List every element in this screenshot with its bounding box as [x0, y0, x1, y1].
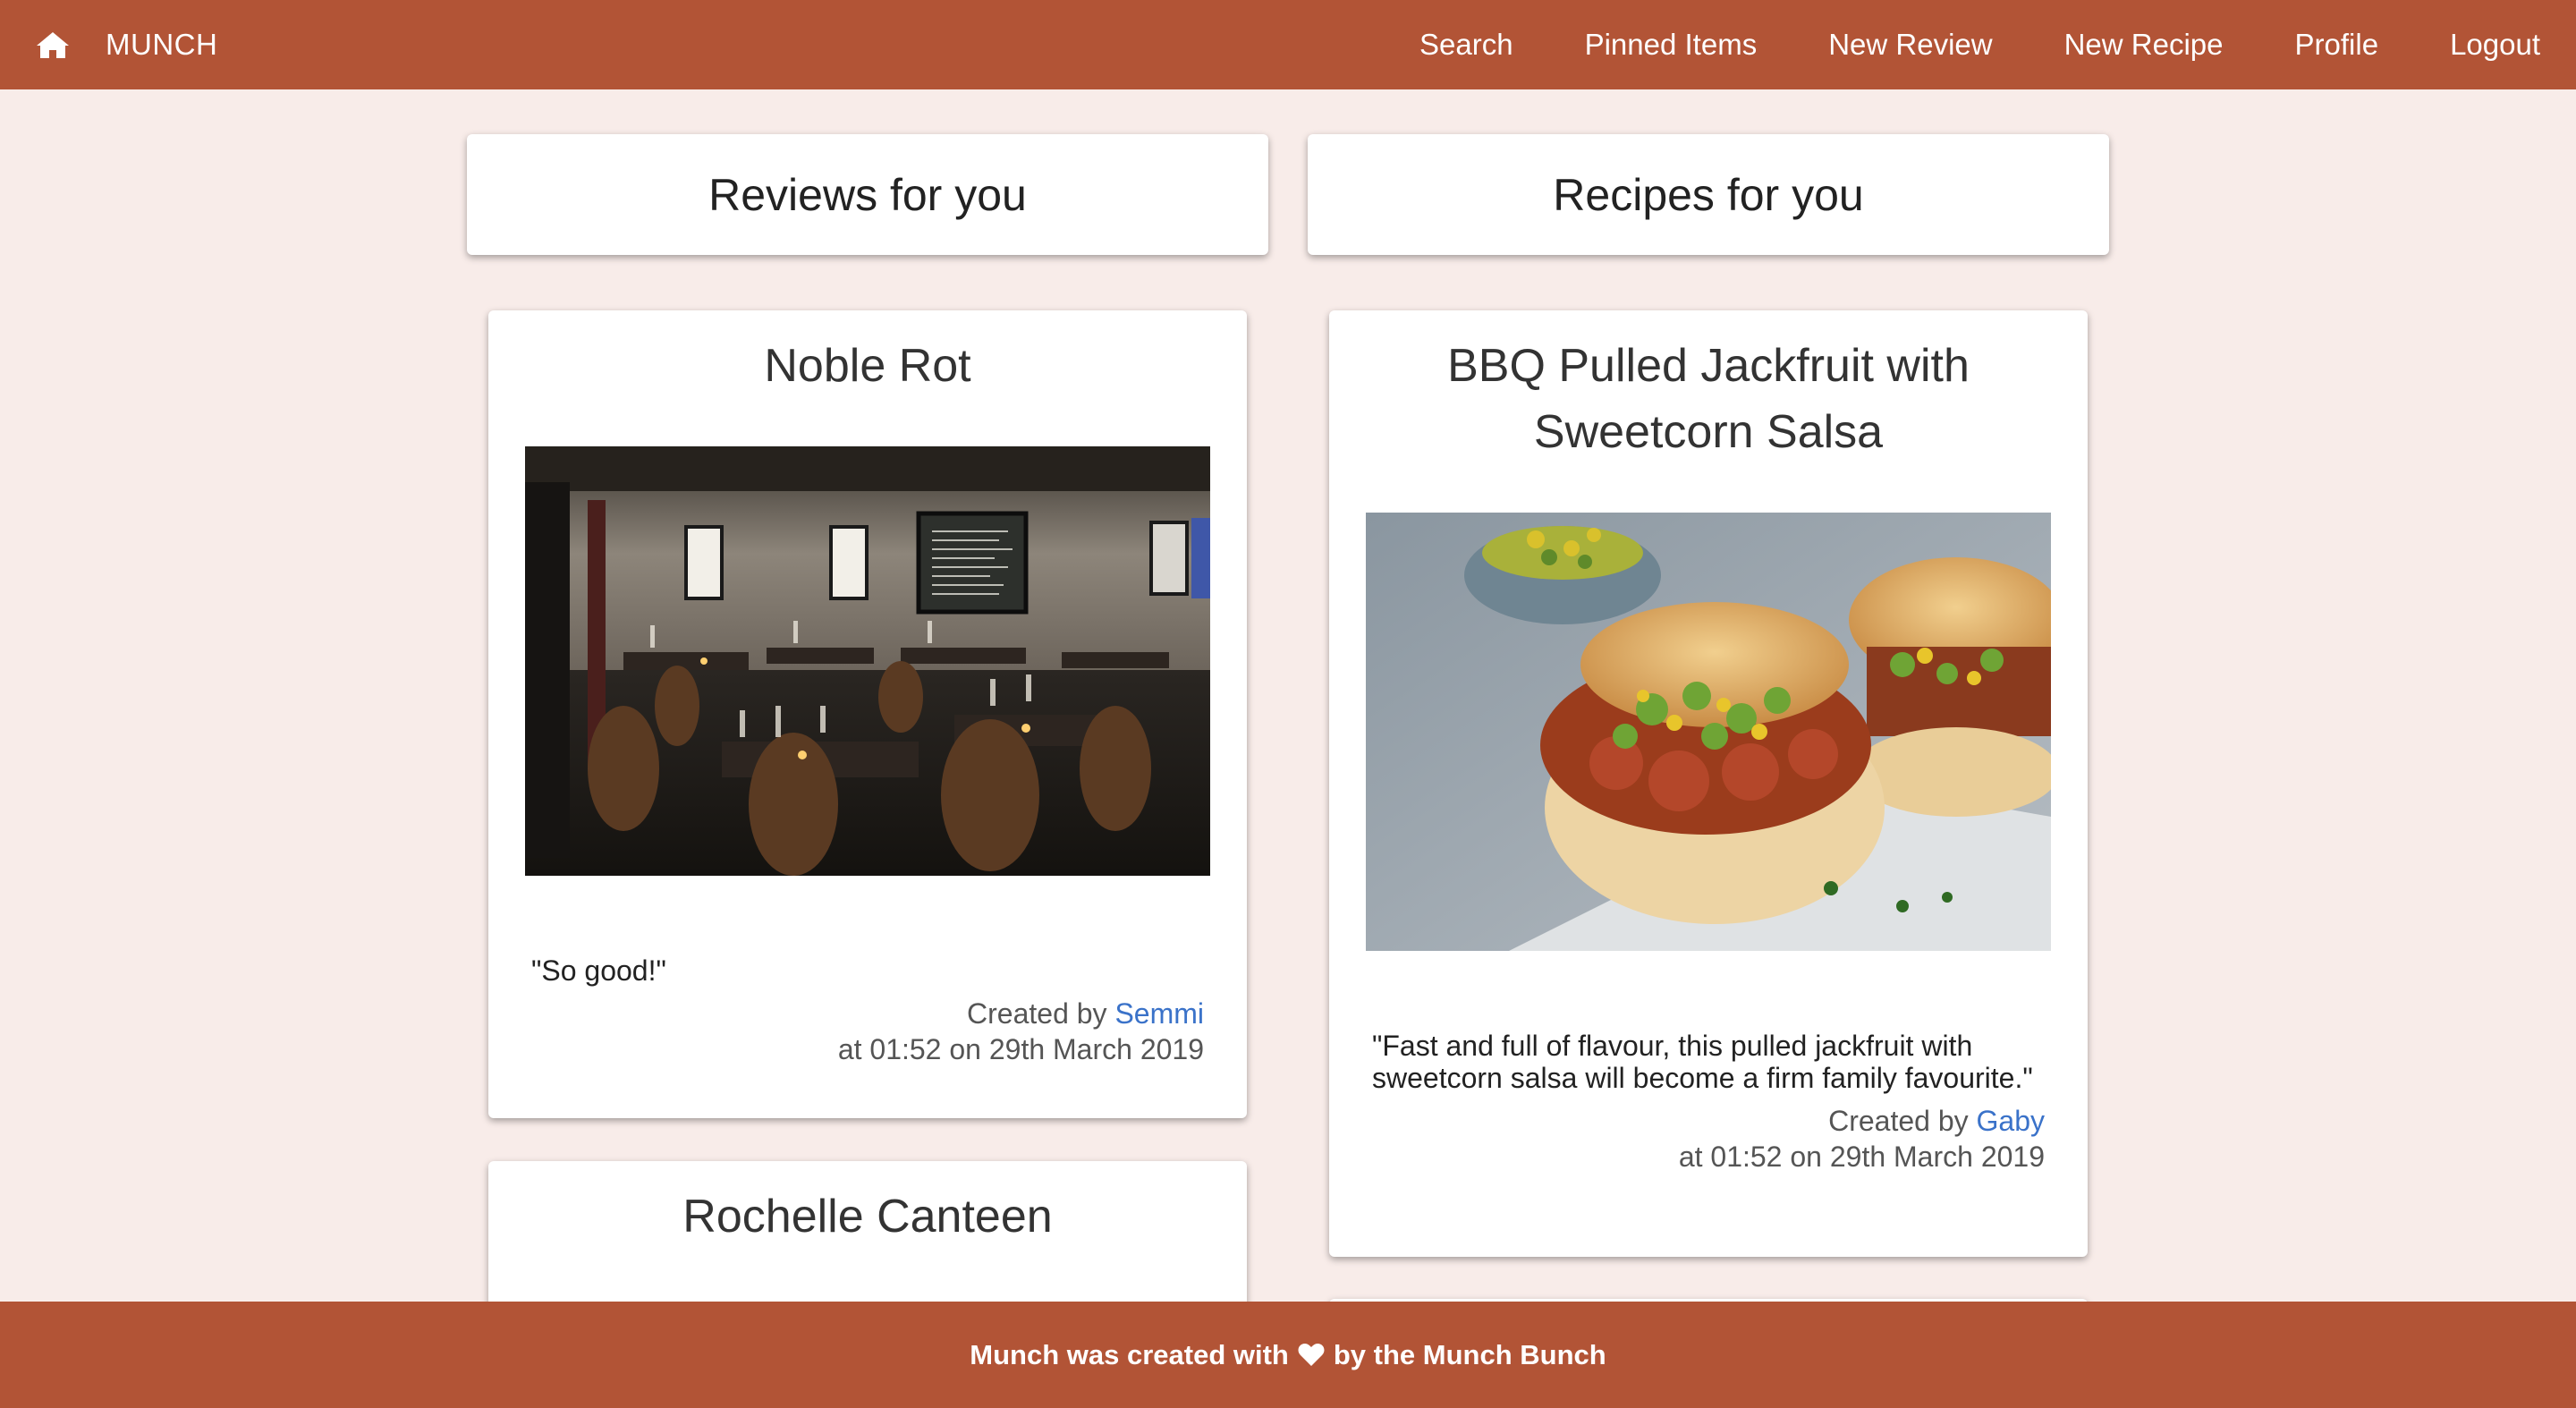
- review-title[interactable]: Rochelle Canteen: [488, 1161, 1247, 1250]
- recipe-timestamp: at 01:52 on 29th March 2019: [1678, 1141, 2045, 1173]
- home-link[interactable]: MUNCH: [36, 28, 217, 62]
- top-navbar: MUNCH Search Pinned Items New Review New…: [0, 0, 2576, 89]
- brand-name[interactable]: MUNCH: [106, 28, 217, 62]
- review-card[interactable]: Rochelle Canteen: [488, 1161, 1247, 1302]
- review-created-by: Created by Semmi: [488, 996, 1247, 1031]
- nav-new-review[interactable]: New Review: [1828, 28, 1992, 62]
- author-link[interactable]: Gaby: [1977, 1105, 2045, 1137]
- footer-text-start: Munch was created with: [970, 1338, 1289, 1370]
- recipes-heading: Recipes for you: [1308, 134, 2109, 255]
- recipe-card[interactable]: BBQ Pulled Jackfruit with Sweetcorn Sals…: [1329, 310, 2088, 1257]
- recipe-title[interactable]: BBQ Pulled Jackfruit with Sweetcorn Sals…: [1329, 310, 2088, 465]
- review-quote: "So good!": [531, 954, 666, 987]
- nav-pinned-items[interactable]: Pinned Items: [1585, 28, 1758, 62]
- restaurant-interior-photo[interactable]: [525, 446, 1210, 876]
- nav-search[interactable]: Search: [1419, 28, 1513, 62]
- review-card[interactable]: Noble Rot "So good!" Created by Semmi at…: [488, 310, 1247, 1118]
- nav-new-recipe[interactable]: New Recipe: [2064, 28, 2224, 62]
- nav-profile[interactable]: Profile: [2295, 28, 2379, 62]
- created-by-label: Created by: [967, 997, 1115, 1030]
- nav-logout[interactable]: Logout: [2450, 28, 2540, 62]
- footer-text-end: by the Munch Bunch: [1333, 1338, 1606, 1370]
- footer: Munch was created with by the Munch Bunc…: [0, 1302, 2576, 1408]
- main-content: Reviews for you Noble Rot "So good!" Cre…: [0, 89, 2576, 1302]
- author-link[interactable]: Semmi: [1114, 997, 1204, 1030]
- recipe-created-by: Created by Gaby: [1329, 1103, 2088, 1139]
- nav-links: Search Pinned Items New Review New Recip…: [1348, 28, 2540, 62]
- heart-icon: [1298, 1344, 1325, 1366]
- reviews-heading: Reviews for you: [467, 134, 1268, 255]
- review-timestamp: at 01:52 on 29th March 2019: [837, 1033, 1204, 1065]
- created-by-label: Created by: [1828, 1105, 1977, 1137]
- recipe-quote: "Fast and full of flavour, this pulled j…: [1372, 1030, 2033, 1094]
- home-icon[interactable]: [36, 30, 70, 59]
- review-title[interactable]: Noble Rot: [488, 310, 1247, 399]
- jackfruit-burger-photo[interactable]: [1366, 513, 2051, 951]
